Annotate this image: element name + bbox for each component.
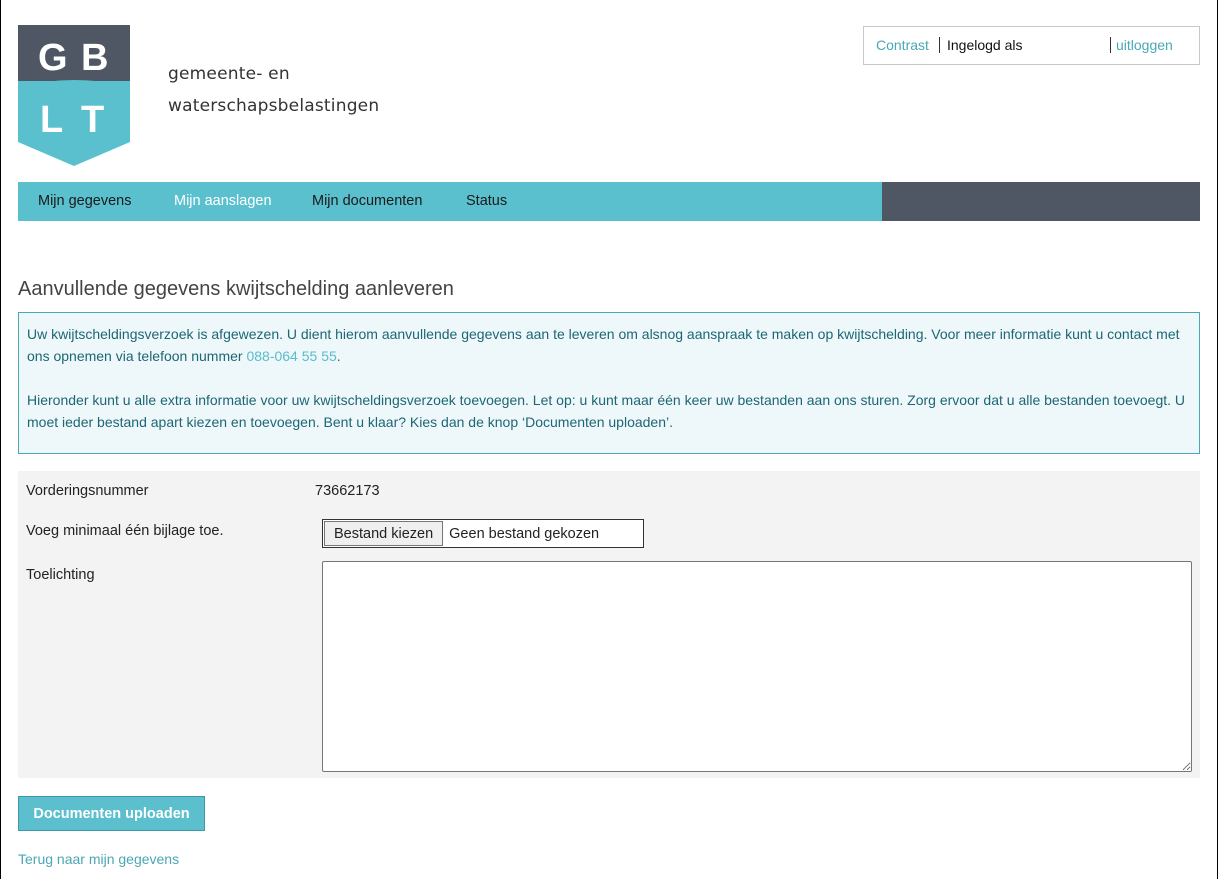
info-paragraph-2: Hieronder kunt u alle extra informatie v… [27, 392, 1186, 430]
site-name-line1: gemeente- en [168, 64, 290, 84]
claim-number-value: 73662173 [315, 483, 380, 499]
nav-status[interactable]: Status [466, 193, 507, 209]
upload-documents-button[interactable]: Documenten uploaden [18, 796, 205, 831]
claim-number-label: Vorderingsnummer [26, 483, 149, 499]
main-nav: Mijn gegevens Mijn aanslagen Mijn docume… [18, 182, 1200, 221]
logo-letter-t: T [81, 99, 104, 141]
logo-letter-l: L [40, 99, 63, 141]
nav-mijn-documenten[interactable]: Mijn documenten [312, 193, 422, 209]
page: G B L T gemeente- en waterschapsbelastin… [0, 0, 1218, 879]
site-name-line2: waterschapsbelastingen [168, 96, 380, 116]
user-box: Contrast Ingelogd als uitloggen [863, 26, 1200, 65]
note-textarea[interactable] [322, 561, 1192, 772]
note-label: Toelichting [26, 567, 95, 583]
logo-letter-g: G [38, 37, 68, 79]
info-box: Uw kwijtscheldingsverzoek is afgewezen. … [18, 312, 1200, 454]
file-status: Geen bestand gekozen [449, 525, 600, 542]
logo-letter-b: B [81, 37, 108, 79]
site-name: gemeente- en waterschapsbelastingen [168, 58, 379, 122]
info-text-1-end: . [336, 348, 341, 364]
file-picker[interactable]: Bestand kiezen Geen bestand gekozen [322, 519, 644, 548]
contrast-link[interactable]: Contrast [876, 37, 929, 53]
choose-file-button[interactable]: Bestand kiezen [324, 521, 444, 546]
logged-in-label: Ingelogd als [939, 37, 1023, 53]
attachment-label: Voeg minimaal één bijlage toe. [26, 523, 224, 539]
nav-mijn-gegevens[interactable]: Mijn gegevens [38, 193, 132, 209]
logout-link[interactable]: uitloggen [1110, 37, 1173, 53]
page-title: Aanvullende gegevens kwijtschelding aanl… [18, 278, 454, 300]
info-paragraph-1: Uw kwijtscheldingsverzoek is afgewezen. … [27, 323, 1191, 367]
upload-form: Vorderingsnummer 73662173 Voeg minimaal … [18, 471, 1200, 778]
info-text-1: Uw kwijtscheldingsverzoek is afgewezen. … [27, 326, 1180, 364]
phone-link[interactable]: 088-064 55 55 [246, 348, 336, 364]
nav-mijn-aanslagen[interactable]: Mijn aanslagen [174, 193, 272, 209]
back-to-details-link[interactable]: Terug naar mijn gegevens [18, 851, 179, 867]
nav-dark-segment [882, 182, 1200, 221]
gblt-logo: G B L T [18, 25, 130, 166]
